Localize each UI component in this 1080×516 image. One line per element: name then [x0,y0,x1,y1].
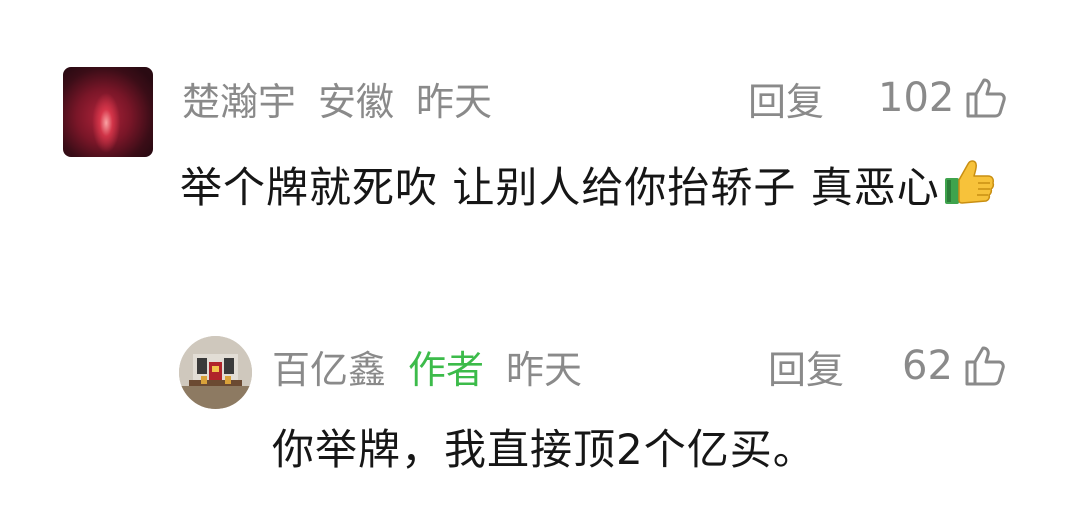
reply-text: 你举牌，我直接顶2个亿买。 [272,425,816,474]
reply-button[interactable]: 回复 [748,68,824,128]
timestamp: 昨天 [416,79,493,124]
like-button[interactable]: 62 [902,338,1009,394]
author-badge: 作者 [408,347,485,392]
reply-meta: 百亿鑫 作者 昨天 [272,338,582,394]
username[interactable]: 楚瀚宇 [182,71,296,126]
location: 安徽 [318,79,395,124]
like-count: 62 [902,343,953,389]
reply-button[interactable]: 回复 [768,338,844,394]
thumbs-up-icon [966,78,1007,118]
comment-meta: 楚瀚宇 安徽 昨天 [182,68,492,128]
avatar-image-icon [179,336,252,409]
avatar[interactable] [63,67,153,157]
username[interactable]: 百亿鑫 [272,339,386,394]
comment-body: 举个牌就死吹 让别人给你抬轿子 真恶心 [180,163,940,212]
comment-text: 举个牌就死吹 让别人给你抬轿子 真恶心 [180,152,1020,224]
like-count: 102 [878,75,955,121]
thumbs-up-emoji-icon [944,160,994,204]
thumbs-up-icon [965,346,1005,386]
comment-item: 楚瀚宇 安徽 昨天 回复 102 举个牌就死吹 让别人给你抬轿子 真恶心 [0,0,1080,320]
avatar[interactable] [179,336,252,409]
like-button[interactable]: 102 [878,68,1010,128]
timestamp: 昨天 [506,347,583,392]
